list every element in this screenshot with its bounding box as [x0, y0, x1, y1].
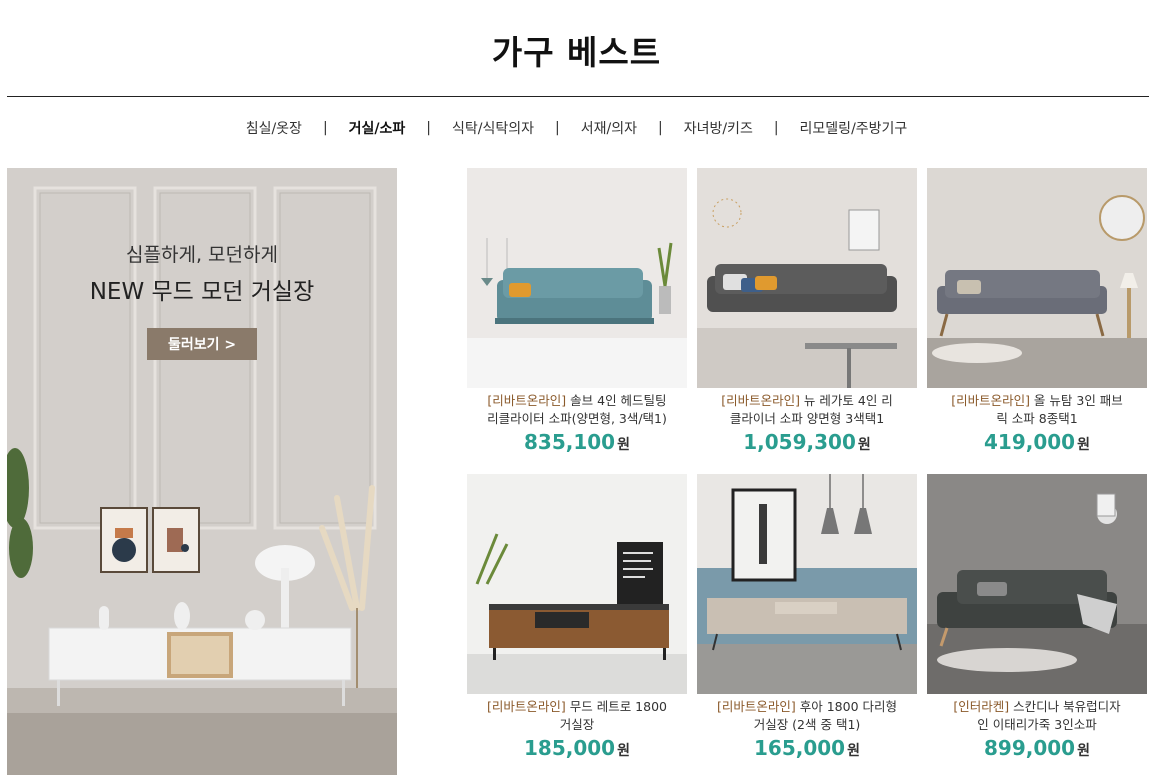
currency-label: 원: [1077, 743, 1090, 759]
product-image[interactable]: [467, 474, 687, 694]
product-name[interactable]: [리바트온라인] 무드 레트로 1800 거실장: [467, 698, 687, 734]
product-name[interactable]: [리바트온라인] 뉴 레가토 4인 리 클라이너 소파 양면형 3색택1: [697, 392, 917, 428]
category-dining[interactable]: 식탁/식탁의자: [448, 118, 538, 138]
gray-recliner-sofa-image: [697, 168, 917, 388]
product-price-value: 185,000: [524, 736, 616, 760]
category-remodeling[interactable]: 리모델링/주방기구: [796, 118, 912, 138]
retro-tv-stand-image: [467, 474, 687, 694]
product-price: 899,000 원: [927, 736, 1147, 760]
product-brand: [리바트온라인]: [721, 393, 800, 408]
banner-headline: NEW 무드 모던 거실장: [89, 279, 315, 305]
product-price: 165,000 원: [697, 736, 917, 760]
category-bedroom[interactable]: 침실/옷장: [242, 118, 306, 138]
product-image[interactable]: [467, 168, 687, 388]
product-image[interactable]: [927, 474, 1147, 694]
product-price-value: 1,059,300: [743, 430, 856, 454]
product-name-line2: 릭 소파 8종택1: [996, 411, 1078, 426]
product-name[interactable]: [인터라켄] 스칸디나 북유럽디자 인 이태리가죽 3인소파: [927, 698, 1147, 734]
product-image[interactable]: [927, 168, 1147, 388]
product-brand: [리바트온라인]: [487, 393, 567, 408]
product-name-line1: 스칸디나 북유럽디자: [1009, 699, 1121, 714]
product-price: 185,000 원: [467, 736, 687, 760]
category-living-room[interactable]: 거실/소파: [345, 118, 410, 138]
blue-recliner-sofa-image: [467, 168, 687, 388]
product-price: 1,059,300 원: [697, 430, 917, 454]
product-name-line2: 클라이너 소파 양면형 3색택1: [729, 411, 885, 426]
product-price: 419,000 원: [927, 430, 1147, 454]
page-title: 가구 베스트: [491, 33, 662, 72]
product-image[interactable]: [697, 168, 917, 388]
product-name-line1: 후아 1800 다리형: [795, 699, 897, 714]
product-name[interactable]: [리바트온라인] 솔브 4인 헤드틸팅 리클라이터 소파(양면형, 3색/택1): [467, 392, 687, 428]
product-brand: [리바트온라인]: [717, 699, 796, 714]
title-divider: [7, 96, 1149, 97]
product-image[interactable]: [697, 474, 917, 694]
category-separator: |: [322, 120, 328, 136]
product-name[interactable]: [리바트온라인] 후아 1800 다리형 거실장 (2색 중 택1): [697, 698, 917, 734]
product-name-line2: 거실장 (2색 중 택1): [753, 717, 861, 732]
fabric-sofa-image: [927, 168, 1147, 388]
product-name-line2: 거실장: [559, 717, 595, 732]
product-brand: [리바트온라인]: [487, 699, 566, 714]
banner-browse-button[interactable]: 둘러보기 >: [147, 328, 257, 360]
leather-sofa-image: [927, 474, 1147, 694]
product-name-line1: 뉴 레가토 4인 리: [799, 393, 893, 408]
product-price-value: 899,000: [984, 736, 1076, 760]
category-kids[interactable]: 자녀방/키즈: [680, 118, 757, 138]
product-price-value: 165,000: [754, 736, 846, 760]
category-nav: 침실/옷장 | 거실/소파 | 식탁/식탁의자 | 서재/의자 | 자녀방/키즈…: [0, 118, 1153, 138]
product-brand: [인터라켄]: [953, 699, 1010, 714]
promo-banner[interactable]: 심플하게, 모던하게 NEW 무드 모던 거실장 둘러보기 >: [7, 168, 397, 775]
category-separator: |: [773, 120, 779, 136]
category-separator: |: [555, 120, 560, 136]
product-name-line2: 인 이태리가죽 3인소파: [977, 717, 1097, 732]
product-brand: [리바트온라인]: [951, 393, 1030, 408]
product-name-line1: 무드 레트로 1800: [565, 699, 667, 714]
category-separator: |: [426, 120, 432, 136]
product-name-line1: 솔브 4인 헤드틸팅: [566, 393, 667, 408]
category-study[interactable]: 서재/의자: [577, 118, 641, 138]
currency-label: 원: [847, 743, 860, 759]
currency-label: 원: [1077, 437, 1090, 453]
product-name-line2: 리클라이터 소파(양면형, 3색/택1): [487, 411, 667, 426]
currency-label: 원: [857, 437, 871, 453]
category-separator: |: [657, 120, 663, 136]
product-price: 835,100 원: [467, 430, 687, 454]
product-price-value: 419,000: [984, 430, 1076, 454]
currency-label: 원: [617, 743, 630, 759]
product-price-value: 835,100: [524, 430, 616, 454]
banner-subtitle: 심플하게, 모던하게: [126, 244, 278, 266]
product-name[interactable]: [리바트온라인] 올 뉴탐 3인 패브 릭 소파 8종택1: [927, 392, 1147, 428]
currency-label: 원: [617, 437, 630, 453]
leg-tv-stand-image: [697, 474, 917, 694]
product-name-line1: 올 뉴탐 3인 패브: [1029, 393, 1123, 408]
